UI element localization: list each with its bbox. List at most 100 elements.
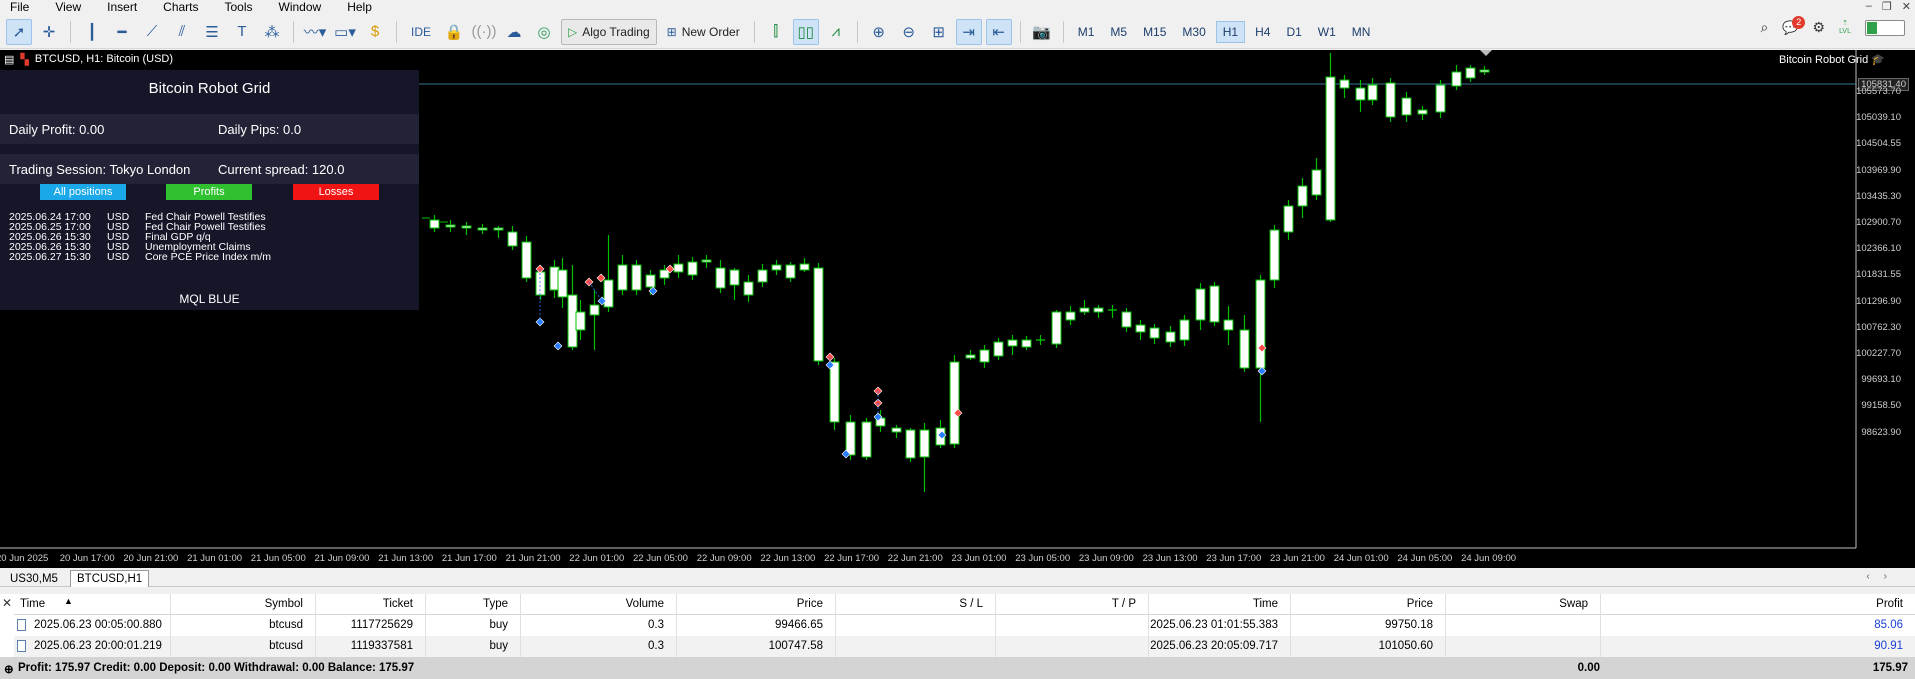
horizontal-line-icon[interactable]: ━ xyxy=(109,19,135,45)
price-tick-label: 101831.55 xyxy=(1856,269,1901,281)
column-header[interactable]: Profit xyxy=(1876,598,1903,610)
channel-icon[interactable]: ⫽ xyxy=(169,19,195,45)
chart-header: ▤ ▚ BTCUSD, H1: Bitcoin (USD) xyxy=(0,50,173,68)
column-divider xyxy=(1600,594,1601,657)
timeframe-d1[interactable]: D1 xyxy=(1280,21,1307,43)
close-panel-icon[interactable]: ✕ xyxy=(2,596,12,610)
column-header[interactable]: Symbol xyxy=(265,598,303,610)
cursor-icon[interactable]: ➚ xyxy=(6,18,32,45)
all-positions-button[interactable]: All positions xyxy=(40,184,126,200)
one-click-toggle[interactable] xyxy=(1865,19,1905,36)
chart-shift-icon[interactable]: ⇤ xyxy=(985,18,1012,45)
candle-body xyxy=(771,264,782,271)
line-chart-icon[interactable]: ⩘ xyxy=(823,19,849,45)
menu-file[interactable]: File xyxy=(0,0,45,14)
tab-btcusd-h1[interactable]: BTCUSD,H1 xyxy=(70,570,150,587)
table-row[interactable]: 2025.06.23 20:00:01.219 btcusd 1119337581 b… xyxy=(14,636,1915,657)
toolbar-separator xyxy=(1062,20,1064,43)
column-header[interactable]: Swap xyxy=(1559,598,1588,610)
menu-insert[interactable]: Insert xyxy=(97,0,153,14)
timeframe-m5[interactable]: M5 xyxy=(1104,21,1133,43)
column-header[interactable]: Time xyxy=(20,598,45,610)
settings-icon[interactable]: ⚙ xyxy=(1813,19,1826,36)
menu-help[interactable]: Help xyxy=(337,0,388,14)
crosshair-icon[interactable]: ✛ xyxy=(36,19,62,45)
candle-body xyxy=(603,279,614,308)
fibonacci-icon[interactable]: ☰ xyxy=(199,19,225,45)
timeframe-h4[interactable]: H4 xyxy=(1249,21,1276,43)
column-divider xyxy=(676,594,677,657)
indicators-icon[interactable]: 〰▾ xyxy=(302,19,328,45)
autoscroll-icon[interactable]: ⇥ xyxy=(955,18,982,45)
timeframe-m15[interactable]: M15 xyxy=(1137,21,1172,43)
column-header[interactable]: Type xyxy=(483,598,508,610)
timeframe-w1[interactable]: W1 xyxy=(1312,21,1342,43)
candle-body xyxy=(1223,319,1234,331)
notifications-icon[interactable]: 💬 2 xyxy=(1782,15,1806,36)
toolbar-separator xyxy=(1019,20,1021,43)
chevron-left-icon[interactable]: ‹ xyxy=(1866,571,1883,582)
candle-body xyxy=(1401,97,1412,116)
column-header[interactable]: S / L xyxy=(959,598,983,610)
shapes-icon[interactable]: ⁂ xyxy=(259,19,285,45)
cloud-icon[interactable]: ☁ xyxy=(501,19,527,45)
ide-button[interactable]: IDE xyxy=(405,19,437,45)
timeframe-m30[interactable]: M30 xyxy=(1176,21,1211,43)
algo-trading-button[interactable]: ▷ Algo Trading xyxy=(561,18,657,45)
chevron-right-icon[interactable]: › xyxy=(1884,571,1901,582)
depth-icon[interactable]: ▚ xyxy=(20,53,28,66)
vertical-line-icon[interactable]: ┃ xyxy=(79,19,105,45)
new-order-button[interactable]: ⊞ New Order xyxy=(661,19,746,45)
column-header[interactable]: Time xyxy=(1253,598,1278,610)
column-header[interactable]: T / P xyxy=(1112,598,1136,610)
market-icon[interactable]: 🔒 xyxy=(441,19,467,45)
candlestick-icon[interactable]: ▯▯ xyxy=(792,18,819,45)
table-row[interactable]: 2025.06.23 00:05:00.880 btcusd 1117725629 b… xyxy=(14,615,1915,636)
table-cell: 0.3 xyxy=(648,619,664,631)
candle-body xyxy=(1325,76,1336,221)
timeframe-m1[interactable]: M1 xyxy=(1072,21,1101,43)
menu-view[interactable]: View xyxy=(45,0,97,14)
candle-body xyxy=(617,264,628,291)
losses-button[interactable]: Losses xyxy=(293,184,379,200)
restore-icon[interactable]: ❐ xyxy=(1882,0,1892,13)
table-cell: buy xyxy=(489,640,508,652)
chart-area[interactable]: ▤ ▚ BTCUSD, H1: Bitcoin (USD) Bitcoin Ro… xyxy=(0,50,1915,568)
column-header[interactable]: Ticket xyxy=(383,598,413,610)
summary-swap: 0.00 xyxy=(1577,662,1600,674)
column-header[interactable]: Volume xyxy=(626,598,664,610)
candle-body xyxy=(813,267,824,362)
menu-tools[interactable]: Tools xyxy=(215,0,269,14)
menu-charts[interactable]: Charts xyxy=(153,0,214,14)
time-tick-label: 20 Jun 2025 xyxy=(0,553,49,564)
close-icon[interactable]: ✕ xyxy=(1902,0,1911,13)
signals-icon[interactable]: $ xyxy=(362,19,388,45)
tile-windows-icon[interactable]: ⊞ xyxy=(926,19,952,45)
signal-icon[interactable]: ((·)) xyxy=(471,19,497,45)
daily-profit: Daily Profit: 0.00 xyxy=(9,121,105,137)
column-divider xyxy=(1290,594,1291,657)
zoom-in-icon[interactable]: ⊕ xyxy=(866,19,892,45)
expand-icon[interactable]: ⊕ xyxy=(4,662,14,676)
vps-icon[interactable]: ◎ xyxy=(531,19,557,45)
search-icon[interactable]: ⌕ xyxy=(1760,19,1768,36)
trendline-icon[interactable]: ⟋ xyxy=(139,19,165,45)
menu-window[interactable]: Window xyxy=(269,0,338,14)
profits-button[interactable]: Profits xyxy=(166,184,252,200)
tab-us30-m5[interactable]: US30,M5 xyxy=(4,570,64,587)
candle-body xyxy=(757,269,768,283)
table-cell: btcusd xyxy=(269,640,303,652)
timeframe-h1[interactable]: H1 xyxy=(1215,20,1246,43)
minimize-icon[interactable]: – xyxy=(1866,0,1872,13)
templates-icon[interactable]: ▭▾ xyxy=(332,19,358,45)
zoom-out-icon[interactable]: ⊖ xyxy=(896,19,922,45)
column-header[interactable]: Price xyxy=(1407,598,1433,610)
chart-menu-icon[interactable]: ▤ xyxy=(4,53,14,66)
bar-chart-icon[interactable]: ⫿ xyxy=(763,19,789,45)
column-header[interactable]: Price xyxy=(797,598,823,610)
screenshot-icon[interactable]: 📷 xyxy=(1029,19,1055,45)
timeframe-mn[interactable]: MN xyxy=(1346,21,1377,43)
text-tool-icon[interactable]: T xyxy=(229,19,255,45)
tab-scroll-arrows[interactable]: ‹› xyxy=(1866,571,1901,582)
table-header: Time Symbol Ticket Type Volume Price S / L T / … xyxy=(14,594,1915,615)
